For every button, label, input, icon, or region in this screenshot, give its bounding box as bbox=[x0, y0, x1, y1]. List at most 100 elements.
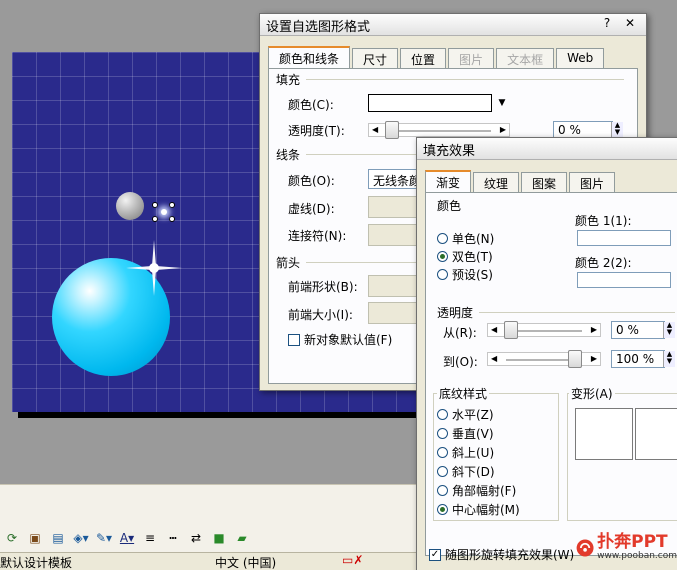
tab-picture[interactable]: 图片 bbox=[569, 172, 616, 192]
fill-color-icon[interactable]: ◈▾ bbox=[71, 528, 91, 548]
close-button[interactable]: ✕ bbox=[620, 16, 640, 32]
to-input[interactable]: 100 % bbox=[611, 350, 665, 368]
tab-web[interactable]: Web bbox=[556, 48, 605, 68]
variants-section-title: 变形(A) bbox=[569, 385, 615, 402]
arrow-right-icon[interactable]: ▶ bbox=[591, 323, 597, 337]
tab-picture[interactable]: 图片 bbox=[448, 48, 495, 68]
shadow-icon[interactable]: ■ bbox=[209, 528, 229, 548]
begin-size-label: 前端大小(I): bbox=[288, 308, 353, 322]
slider-thumb[interactable] bbox=[385, 121, 399, 139]
arrow-style-icon[interactable]: ⇄ bbox=[186, 528, 206, 548]
fill-section-title: 填充 bbox=[276, 73, 301, 87]
status-design-template: 默认设计模板 bbox=[0, 556, 73, 570]
fill-dialog-title: 填充效果 bbox=[423, 144, 476, 159]
resize-handle[interactable] bbox=[169, 202, 175, 208]
resize-handle[interactable] bbox=[152, 202, 158, 208]
connector-label: 连接符(N): bbox=[288, 229, 347, 243]
3d-icon[interactable]: ▰ bbox=[232, 528, 252, 548]
tab-texture[interactable]: 纹理 bbox=[473, 172, 520, 192]
radio-label: 双色(T) bbox=[452, 250, 493, 264]
radio-label: 角部幅射(F) bbox=[452, 484, 517, 498]
arrow-right-icon[interactable]: ▶ bbox=[591, 352, 597, 366]
arrow-left-icon[interactable]: ◀ bbox=[491, 352, 497, 366]
radio-label: 斜上(U) bbox=[452, 446, 495, 460]
logo-brand-text: 扑奔PPT bbox=[597, 532, 668, 553]
radio-preset[interactable]: 预设(S) bbox=[437, 266, 493, 283]
radio-circle[interactable] bbox=[437, 428, 448, 439]
help-button[interactable]: ? bbox=[598, 16, 616, 32]
section-divider bbox=[306, 79, 624, 80]
font-color-icon[interactable]: A ▾ bbox=[117, 528, 137, 548]
tab-gradient[interactable]: 渐变 bbox=[425, 170, 472, 192]
picture-icon[interactable]: ▣ bbox=[25, 528, 45, 548]
slider-thumb[interactable] bbox=[568, 350, 582, 368]
line-style-icon[interactable]: ≡ bbox=[140, 528, 160, 548]
arrow-left-icon[interactable]: ◀ bbox=[372, 123, 378, 137]
radio-circle[interactable] bbox=[437, 269, 448, 280]
refresh-icon[interactable]: ⟳ bbox=[2, 528, 22, 548]
color1-dropdown[interactable] bbox=[577, 230, 671, 246]
drawing-toolbar: ⟳ ▣ ▤ ◈▾ ✎▾ A ▾ ≡ ┅ ⇄ ■ ▰ bbox=[0, 525, 420, 551]
radio-circle[interactable] bbox=[437, 447, 448, 458]
radio-circle[interactable] bbox=[437, 485, 448, 496]
tab-pattern[interactable]: 图案 bbox=[521, 172, 568, 192]
selected-highlight-shape[interactable] bbox=[161, 209, 167, 215]
radio-two-colors[interactable]: 双色(T) bbox=[437, 248, 493, 265]
section-divider bbox=[479, 312, 675, 313]
line-color-icon[interactable]: ✎▾ bbox=[94, 528, 114, 548]
spin-button[interactable]: ▲ ▼ bbox=[663, 322, 675, 338]
to-slider[interactable]: ◀ ▶ bbox=[487, 350, 601, 368]
radio-shading-style[interactable]: 垂直(V) bbox=[437, 425, 494, 442]
image-icon[interactable]: ▤ bbox=[48, 528, 68, 548]
transparency-slider[interactable]: ◀ ▶ bbox=[368, 121, 510, 139]
selection-handles[interactable] bbox=[152, 202, 176, 222]
radio-shading-style[interactable]: 中心幅射(M) bbox=[437, 501, 520, 518]
radio-shading-style[interactable]: 角部幅射(F) bbox=[437, 482, 516, 499]
tab-size[interactable]: 尺寸 bbox=[352, 48, 399, 68]
radio-circle[interactable] bbox=[437, 504, 448, 515]
slider-thumb[interactable] bbox=[504, 321, 518, 339]
arrow-left-icon[interactable]: ◀ bbox=[491, 323, 497, 337]
radio-shading-style[interactable]: 斜上(U) bbox=[437, 444, 494, 461]
tab-position[interactable]: 位置 bbox=[400, 48, 447, 68]
radio-label: 斜下(D) bbox=[452, 465, 495, 479]
from-slider[interactable]: ◀ ▶ bbox=[487, 321, 601, 339]
resize-handle[interactable] bbox=[169, 216, 175, 222]
transparency-label: 透明度(T): bbox=[288, 124, 345, 138]
variant-option[interactable] bbox=[635, 408, 677, 460]
format-dialog-titlebar[interactable]: 设置自选图形格式 ? ✕ bbox=[260, 14, 646, 36]
rotate-with-shape-checkbox[interactable]: ✓ 随图形旋转填充效果(W) bbox=[429, 546, 574, 563]
format-dialog-title: 设置自选图形格式 bbox=[266, 20, 371, 35]
dash-style-icon[interactable]: ┅ bbox=[163, 528, 183, 548]
slider-track bbox=[387, 130, 491, 132]
radio-shading-style[interactable]: 斜下(D) bbox=[437, 463, 495, 480]
small-gray-sphere-shape[interactable] bbox=[116, 192, 144, 220]
spin-button[interactable]: ▲ ▼ bbox=[611, 122, 623, 138]
shading-section-title: 底纹样式 bbox=[437, 385, 490, 402]
radio-label: 中心幅射(M) bbox=[452, 503, 520, 517]
fill-dialog-titlebar[interactable]: 填充效果 bbox=[417, 138, 677, 160]
checkbox-box[interactable] bbox=[288, 333, 300, 346]
color2-label: 颜色 2(2): bbox=[575, 256, 632, 270]
spin-button[interactable]: ▲ ▼ bbox=[663, 351, 675, 367]
radio-one-color[interactable]: 单色(N) bbox=[437, 230, 494, 247]
checkbox-box[interactable]: ✓ bbox=[429, 548, 441, 561]
radio-circle[interactable] bbox=[437, 251, 448, 262]
chevron-down-icon[interactable]: ▼ bbox=[494, 94, 510, 112]
variant-option[interactable] bbox=[575, 408, 633, 460]
tab-colors-and-lines[interactable]: 颜色和线条 bbox=[268, 46, 351, 68]
default-checkbox[interactable]: 新对象默认值(F) bbox=[288, 331, 392, 348]
spellcheck-icon[interactable]: ▭✗ bbox=[342, 553, 363, 567]
arrow-right-icon[interactable]: ▶ bbox=[500, 123, 506, 137]
radio-circle[interactable] bbox=[437, 466, 448, 477]
radio-circle[interactable] bbox=[437, 409, 448, 420]
fill-color-dropdown[interactable] bbox=[368, 94, 492, 112]
from-input[interactable]: 0 % bbox=[611, 321, 665, 339]
begin-style-label: 前端形状(B): bbox=[288, 280, 358, 294]
radio-circle[interactable] bbox=[437, 233, 448, 244]
sparkle-star-shape[interactable] bbox=[126, 240, 182, 296]
radio-shading-style[interactable]: 水平(Z) bbox=[437, 406, 494, 423]
tab-textbox[interactable]: 文本框 bbox=[496, 48, 555, 68]
color2-dropdown[interactable] bbox=[577, 272, 671, 288]
resize-handle[interactable] bbox=[152, 216, 158, 222]
